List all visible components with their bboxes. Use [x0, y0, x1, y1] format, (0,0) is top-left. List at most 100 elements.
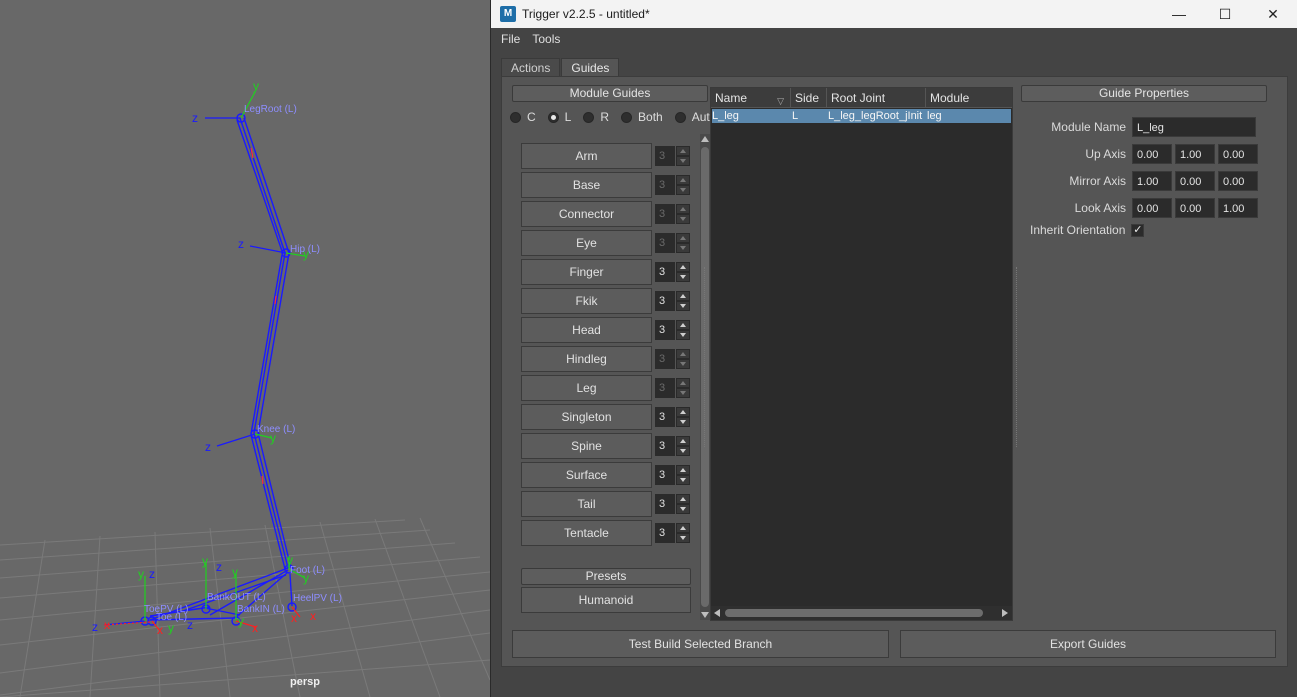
spin-down-icon[interactable] [676, 417, 690, 427]
spin-down-icon[interactable] [676, 533, 690, 543]
radio-side-l[interactable]: L [547, 110, 571, 124]
module-button-connector[interactable]: Connector [521, 201, 652, 227]
spin-down-icon[interactable] [676, 504, 690, 514]
spin-up-icon[interactable] [676, 436, 690, 446]
spin-up-icon[interactable] [676, 465, 690, 475]
scroll-up-icon[interactable] [701, 136, 709, 142]
spin-down-icon[interactable] [676, 156, 690, 166]
module-count-eye[interactable]: 3 [655, 233, 675, 253]
spin-up-icon[interactable] [676, 523, 690, 533]
scroll-right-icon[interactable] [1002, 609, 1008, 617]
module-button-singleton[interactable]: Singleton [521, 404, 652, 430]
spin-up-icon[interactable] [676, 378, 690, 388]
module-button-arm[interactable]: Arm [521, 143, 652, 169]
radio-side-c[interactable]: C [510, 110, 536, 124]
scroll-thumb[interactable] [725, 609, 983, 617]
test-build-selected-branch-button[interactable]: Test Build Selected Branch [512, 630, 889, 658]
spin-up-icon[interactable] [676, 494, 690, 504]
spin-down-icon[interactable] [676, 272, 690, 282]
module-name-input[interactable]: L_leg [1132, 117, 1256, 137]
preset-humanoid-button[interactable]: Humanoid [521, 587, 691, 613]
menu-tools[interactable]: Tools [526, 32, 566, 46]
module-count-arm[interactable]: 3 [655, 146, 675, 166]
module-button-leg[interactable]: Leg [521, 375, 652, 401]
module-button-head[interactable]: Head [521, 317, 652, 343]
mirror-axis-y-field[interactable]: 0.00 [1175, 171, 1215, 191]
spin-up-icon[interactable] [676, 320, 690, 330]
module-button-surface[interactable]: Surface [521, 462, 652, 488]
tab-actions[interactable]: Actions [501, 58, 561, 76]
inherit-orientation-checkbox[interactable]: ✓ [1131, 223, 1145, 237]
spin-up-icon[interactable] [676, 233, 690, 243]
mirror-axis-x-field[interactable]: 1.00 [1132, 171, 1172, 191]
spin-up-icon[interactable] [676, 204, 690, 214]
spin-up-icon[interactable] [676, 349, 690, 359]
spin-down-icon[interactable] [676, 330, 690, 340]
module-count-tentacle[interactable]: 3 [655, 523, 675, 543]
radio-side-both[interactable]: Both [621, 110, 663, 124]
panel-splitter-right[interactable] [1016, 267, 1018, 447]
tab-guides[interactable]: Guides [561, 58, 620, 76]
mirror-axis-z-field[interactable]: 0.00 [1218, 171, 1258, 191]
spin-down-icon[interactable] [676, 359, 690, 369]
viewport-persp[interactable]: y z z y z y y y y z y z y z x y x z y x … [0, 0, 490, 697]
spin-down-icon[interactable] [676, 214, 690, 224]
spin-down-icon[interactable] [676, 475, 690, 485]
spin-down-icon[interactable] [676, 388, 690, 398]
module-count-spine[interactable]: 3 [655, 436, 675, 456]
module-button-tail[interactable]: Tail [521, 491, 652, 517]
up-axis-y-field[interactable]: 1.00 [1175, 144, 1215, 164]
module-count-finger[interactable]: 3 [655, 262, 675, 282]
presets-header[interactable]: Presets [521, 568, 691, 585]
look-axis-x-field[interactable]: 0.00 [1132, 198, 1172, 218]
scroll-left-icon[interactable] [714, 609, 720, 617]
column-header-module[interactable]: Module [926, 88, 1012, 108]
module-count-singleton[interactable]: 3 [655, 407, 675, 427]
look-axis-y-field[interactable]: 0.00 [1175, 198, 1215, 218]
up-axis-x-field[interactable]: 0.00 [1132, 144, 1172, 164]
module-button-eye[interactable]: Eye [521, 230, 652, 256]
close-button[interactable]: ✕ [1251, 0, 1295, 28]
module-button-base[interactable]: Base [521, 172, 652, 198]
module-count-connector[interactable]: 3 [655, 204, 675, 224]
module-button-fkik[interactable]: Fkik [521, 288, 652, 314]
spin-up-icon[interactable] [676, 175, 690, 185]
module-count-head[interactable]: 3 [655, 320, 675, 340]
module-count-hindleg[interactable]: 3 [655, 349, 675, 369]
guide-tree-table[interactable]: Name ▽ Side Root Joint Module L_leg L L_… [710, 87, 1013, 621]
module-guides-header[interactable]: Module Guides [512, 85, 708, 102]
table-horizontal-scrollbar[interactable] [711, 606, 1012, 620]
title-bar[interactable]: M Trigger v2.2.5 - untitled* — ☐ ✕ [491, 0, 1297, 28]
spin-down-icon[interactable] [676, 446, 690, 456]
spin-up-icon[interactable] [676, 407, 690, 417]
table-row[interactable]: L_leg L L_leg_legRoot_jInit leg [712, 109, 1011, 123]
up-axis-z-field[interactable]: 0.00 [1218, 144, 1258, 164]
guide-properties-header[interactable]: Guide Properties [1021, 85, 1267, 102]
module-button-spine[interactable]: Spine [521, 433, 652, 459]
panel-splitter-left[interactable] [704, 267, 706, 447]
module-count-tail[interactable]: 3 [655, 494, 675, 514]
column-header-name[interactable]: Name ▽ [711, 88, 791, 108]
look-axis-z-field[interactable]: 1.00 [1218, 198, 1258, 218]
module-count-fkik[interactable]: 3 [655, 291, 675, 311]
spin-up-icon[interactable] [676, 262, 690, 272]
menu-file[interactable]: File [495, 32, 526, 46]
module-count-base[interactable]: 3 [655, 175, 675, 195]
module-count-leg[interactable]: 3 [655, 378, 675, 398]
spin-down-icon[interactable] [676, 301, 690, 311]
module-button-tentacle[interactable]: Tentacle [521, 520, 652, 546]
export-guides-button[interactable]: Export Guides [900, 630, 1276, 658]
minimize-button[interactable]: — [1157, 0, 1201, 28]
column-header-side[interactable]: Side [791, 88, 827, 108]
module-button-hindleg[interactable]: Hindleg [521, 346, 652, 372]
module-button-finger[interactable]: Finger [521, 259, 652, 285]
module-count-surface[interactable]: 3 [655, 465, 675, 485]
maximize-button[interactable]: ☐ [1203, 0, 1247, 28]
radio-side-r[interactable]: R [583, 110, 609, 124]
spin-down-icon[interactable] [676, 243, 690, 253]
spin-up-icon[interactable] [676, 146, 690, 156]
scroll-down-icon[interactable] [701, 612, 709, 618]
column-header-root-joint[interactable]: Root Joint [827, 88, 926, 108]
spin-up-icon[interactable] [676, 291, 690, 301]
spin-down-icon[interactable] [676, 185, 690, 195]
